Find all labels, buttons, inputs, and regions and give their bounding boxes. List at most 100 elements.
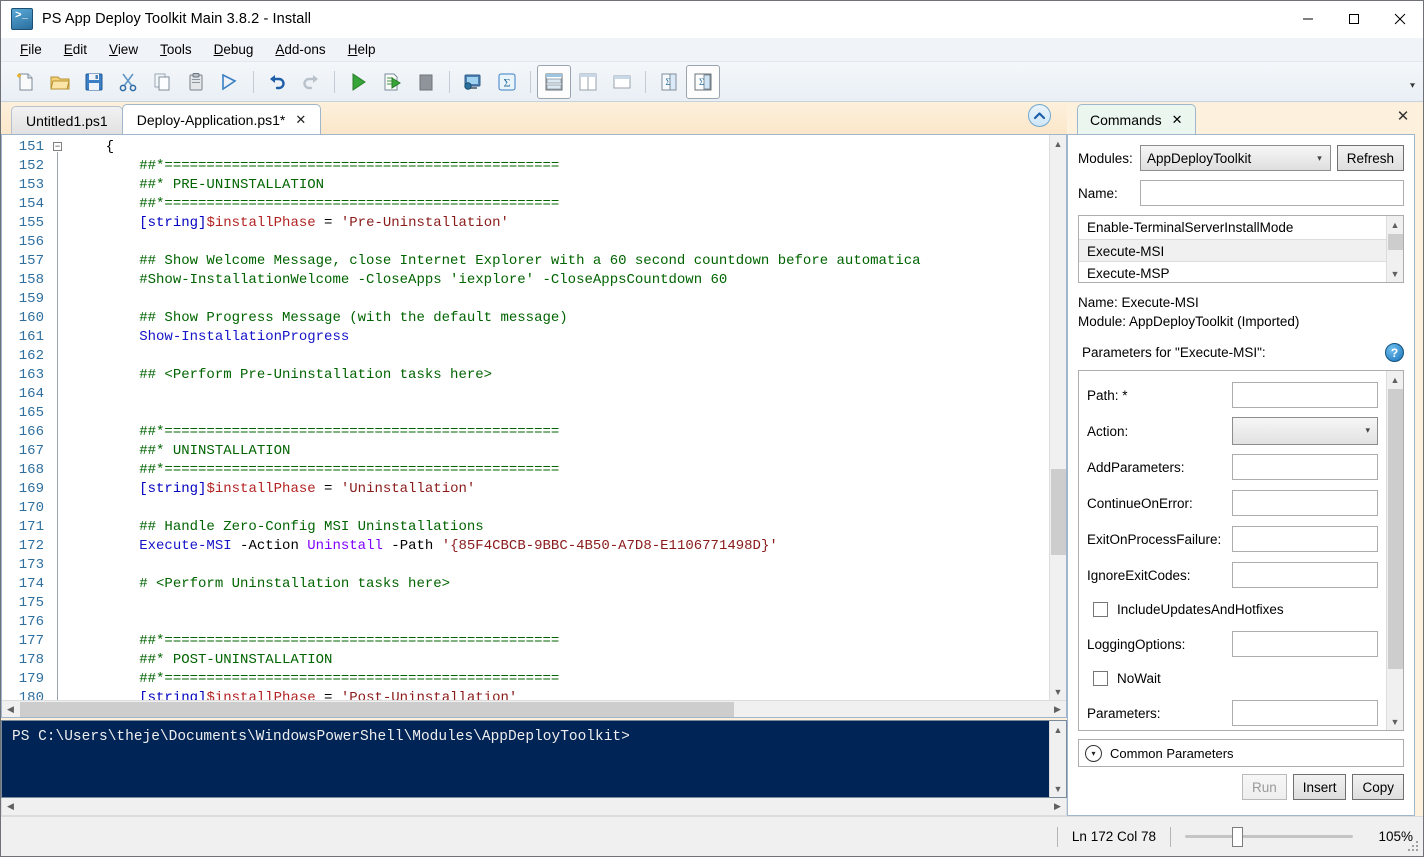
list-item[interactable]: Enable-TerminalServerInstallMode — [1079, 216, 1386, 239]
editor-horizontal-scrollbar[interactable]: ◀ ▶ — [2, 700, 1066, 717]
panel-close-icon[interactable]: ✕ — [1393, 106, 1413, 126]
console-vertical-scrollbar[interactable]: ▲ ▼ — [1049, 721, 1066, 797]
show-command-pane-icon[interactable]: Σ — [686, 64, 720, 99]
editor-area[interactable]: 151 152 153 154 155 156 157 158 159 160 161 162 163 1… — [2, 135, 1066, 700]
parameter-input[interactable] — [1232, 526, 1378, 552]
parameter-checkbox-row[interactable]: NoWait — [1079, 662, 1386, 695]
zoom-slider[interactable] — [1185, 826, 1353, 847]
parameter-input[interactable] — [1232, 700, 1378, 726]
window-title: PS App Deploy Toolkit Main 3.8.2 - Insta… — [42, 11, 312, 27]
scroll-up-icon[interactable]: ▲ — [1050, 135, 1067, 152]
scroll-thumb[interactable] — [1388, 234, 1403, 250]
code-line: Execute-MSI -Action Uninstall -Path '{85… — [72, 537, 1049, 556]
copy-button[interactable]: Copy — [1352, 774, 1404, 800]
chevron-down-icon[interactable]: ▾ — [1085, 744, 1102, 762]
code-token: ##*=====================================… — [72, 633, 560, 649]
new-remote-tab-icon[interactable] — [456, 65, 490, 99]
copy-icon[interactable] — [145, 65, 179, 99]
console-scroll-left-icon[interactable]: ◀ — [2, 798, 19, 815]
undo-icon[interactable] — [260, 65, 294, 99]
fold-toggle-icon[interactable]: − — [53, 142, 62, 151]
scroll-down-icon[interactable]: ▼ — [1387, 265, 1404, 282]
console-horizontal-scrollbar[interactable]: ◀ ▶ — [1, 798, 1067, 816]
editor-vertical-scrollbar[interactable]: ▲ ▼ — [1049, 135, 1066, 700]
parameter-input[interactable] — [1232, 490, 1378, 516]
scroll-right-icon[interactable]: ▶ — [1049, 701, 1066, 718]
console-prompt[interactable]: PS C:\Users\theje\Documents\WindowsPower… — [2, 721, 1049, 797]
scroll-down-icon[interactable]: ▼ — [1050, 683, 1067, 700]
list-item[interactable]: Execute-MSP — [1079, 262, 1386, 285]
scroll-up-icon[interactable]: ▲ — [1387, 371, 1404, 388]
checkbox[interactable] — [1093, 602, 1108, 617]
layout-maximized-icon[interactable] — [605, 65, 639, 99]
menu-debug[interactable]: Debug — [203, 39, 265, 60]
parameter-checkbox-row[interactable]: IncludeUpdatesAndHotfixes — [1079, 593, 1386, 626]
parameter-input[interactable] — [1232, 382, 1378, 408]
resize-grip[interactable] — [1407, 840, 1420, 853]
zoom-slider-thumb[interactable] — [1232, 826, 1244, 847]
run-button[interactable]: Run — [1241, 774, 1287, 800]
hscroll-thumb[interactable] — [20, 702, 734, 717]
collapse-script-pane-icon[interactable] — [1028, 104, 1051, 127]
parameter-input[interactable] — [1232, 562, 1378, 588]
scroll-up-icon[interactable]: ▲ — [1387, 216, 1404, 233]
maximize-button[interactable] — [1331, 1, 1377, 38]
show-command-addon-icon[interactable]: Σ — [652, 65, 686, 99]
refresh-button[interactable]: Refresh — [1336, 145, 1404, 171]
tab-close-icon[interactable]: ✕ — [295, 112, 306, 128]
scroll-left-icon[interactable]: ◀ — [2, 701, 19, 718]
paste-icon[interactable] — [179, 65, 213, 99]
parameters-scrollbar[interactable]: ▲ ▼ — [1386, 371, 1403, 730]
scroll-thumb[interactable] — [1388, 389, 1403, 669]
code-token: 'Post-Uninstallation' — [340, 690, 518, 700]
command-list-scrollbar[interactable]: ▲ ▼ — [1386, 216, 1403, 282]
new-script-icon[interactable] — [9, 65, 43, 99]
run-script-icon[interactable] — [341, 65, 375, 99]
modules-select[interactable]: AppDeployToolkit ▾ — [1140, 145, 1331, 171]
list-item[interactable]: Execute-MSI — [1079, 239, 1386, 262]
console-scroll-up-icon[interactable]: ▲ — [1050, 721, 1067, 738]
common-parameters-expander[interactable]: ▾ Common Parameters — [1078, 739, 1404, 767]
clear-console-icon[interactable] — [213, 65, 247, 99]
tab-deploy-application[interactable]: Deploy-Application.ps1* ✕ — [121, 104, 322, 134]
cut-icon[interactable] — [111, 65, 145, 99]
script-editor[interactable]: 151 152 153 154 155 156 157 158 159 160 161 162 163 1… — [1, 134, 1067, 718]
minimize-button[interactable] — [1285, 1, 1331, 38]
tab-untitled1[interactable]: Untitled1.ps1 — [11, 106, 123, 134]
menu-tools[interactable]: Tools — [149, 39, 203, 60]
tab-commands[interactable]: Commands ✕ — [1077, 104, 1196, 134]
console-scroll-down-icon[interactable]: ▼ — [1050, 780, 1067, 797]
redo-icon[interactable] — [294, 65, 328, 99]
parameter-select[interactable]: ▾ — [1232, 417, 1378, 445]
menu-edit[interactable]: Edit — [53, 39, 98, 60]
checkbox[interactable] — [1093, 671, 1108, 686]
menu-view[interactable]: View — [98, 39, 149, 60]
parameter-input[interactable] — [1232, 631, 1378, 657]
code-text[interactable]: { ##*===================================… — [72, 135, 1049, 700]
name-input[interactable] — [1140, 180, 1404, 206]
stop-operation-icon[interactable] — [409, 65, 443, 99]
scroll-down-icon[interactable]: ▼ — [1387, 713, 1404, 730]
parameter-input[interactable] — [1232, 454, 1378, 480]
code-token: ## Show Progress Message (with the defau… — [72, 310, 568, 326]
menu-addons[interactable]: Add-ons — [264, 39, 336, 60]
insert-button[interactable]: Insert — [1292, 774, 1347, 800]
start-powershell-icon[interactable]: Σ — [490, 65, 524, 99]
close-button[interactable] — [1377, 1, 1423, 38]
run-selection-icon[interactable] — [375, 65, 409, 99]
help-icon[interactable]: ? — [1385, 343, 1404, 362]
console-pane[interactable]: PS C:\Users\theje\Documents\WindowsPower… — [1, 720, 1067, 798]
layout-top-bottom-icon[interactable] — [537, 64, 571, 99]
save-icon[interactable] — [77, 65, 111, 99]
open-script-icon[interactable] — [43, 65, 77, 99]
command-list[interactable]: Enable-TerminalServerInstallMode Execute… — [1078, 215, 1404, 283]
menu-file[interactable]: File — [9, 39, 53, 60]
scroll-thumb[interactable] — [1051, 469, 1066, 555]
console-scroll-right-icon[interactable]: ▶ — [1049, 798, 1066, 815]
menu-help[interactable]: Help — [337, 39, 387, 60]
tab-close-icon[interactable]: ✕ — [1172, 112, 1183, 128]
layout-side-by-side-icon[interactable] — [571, 65, 605, 99]
status-separator — [1170, 826, 1171, 847]
toolbar-overflow-button[interactable]: _ ▾ — [1410, 74, 1415, 89]
